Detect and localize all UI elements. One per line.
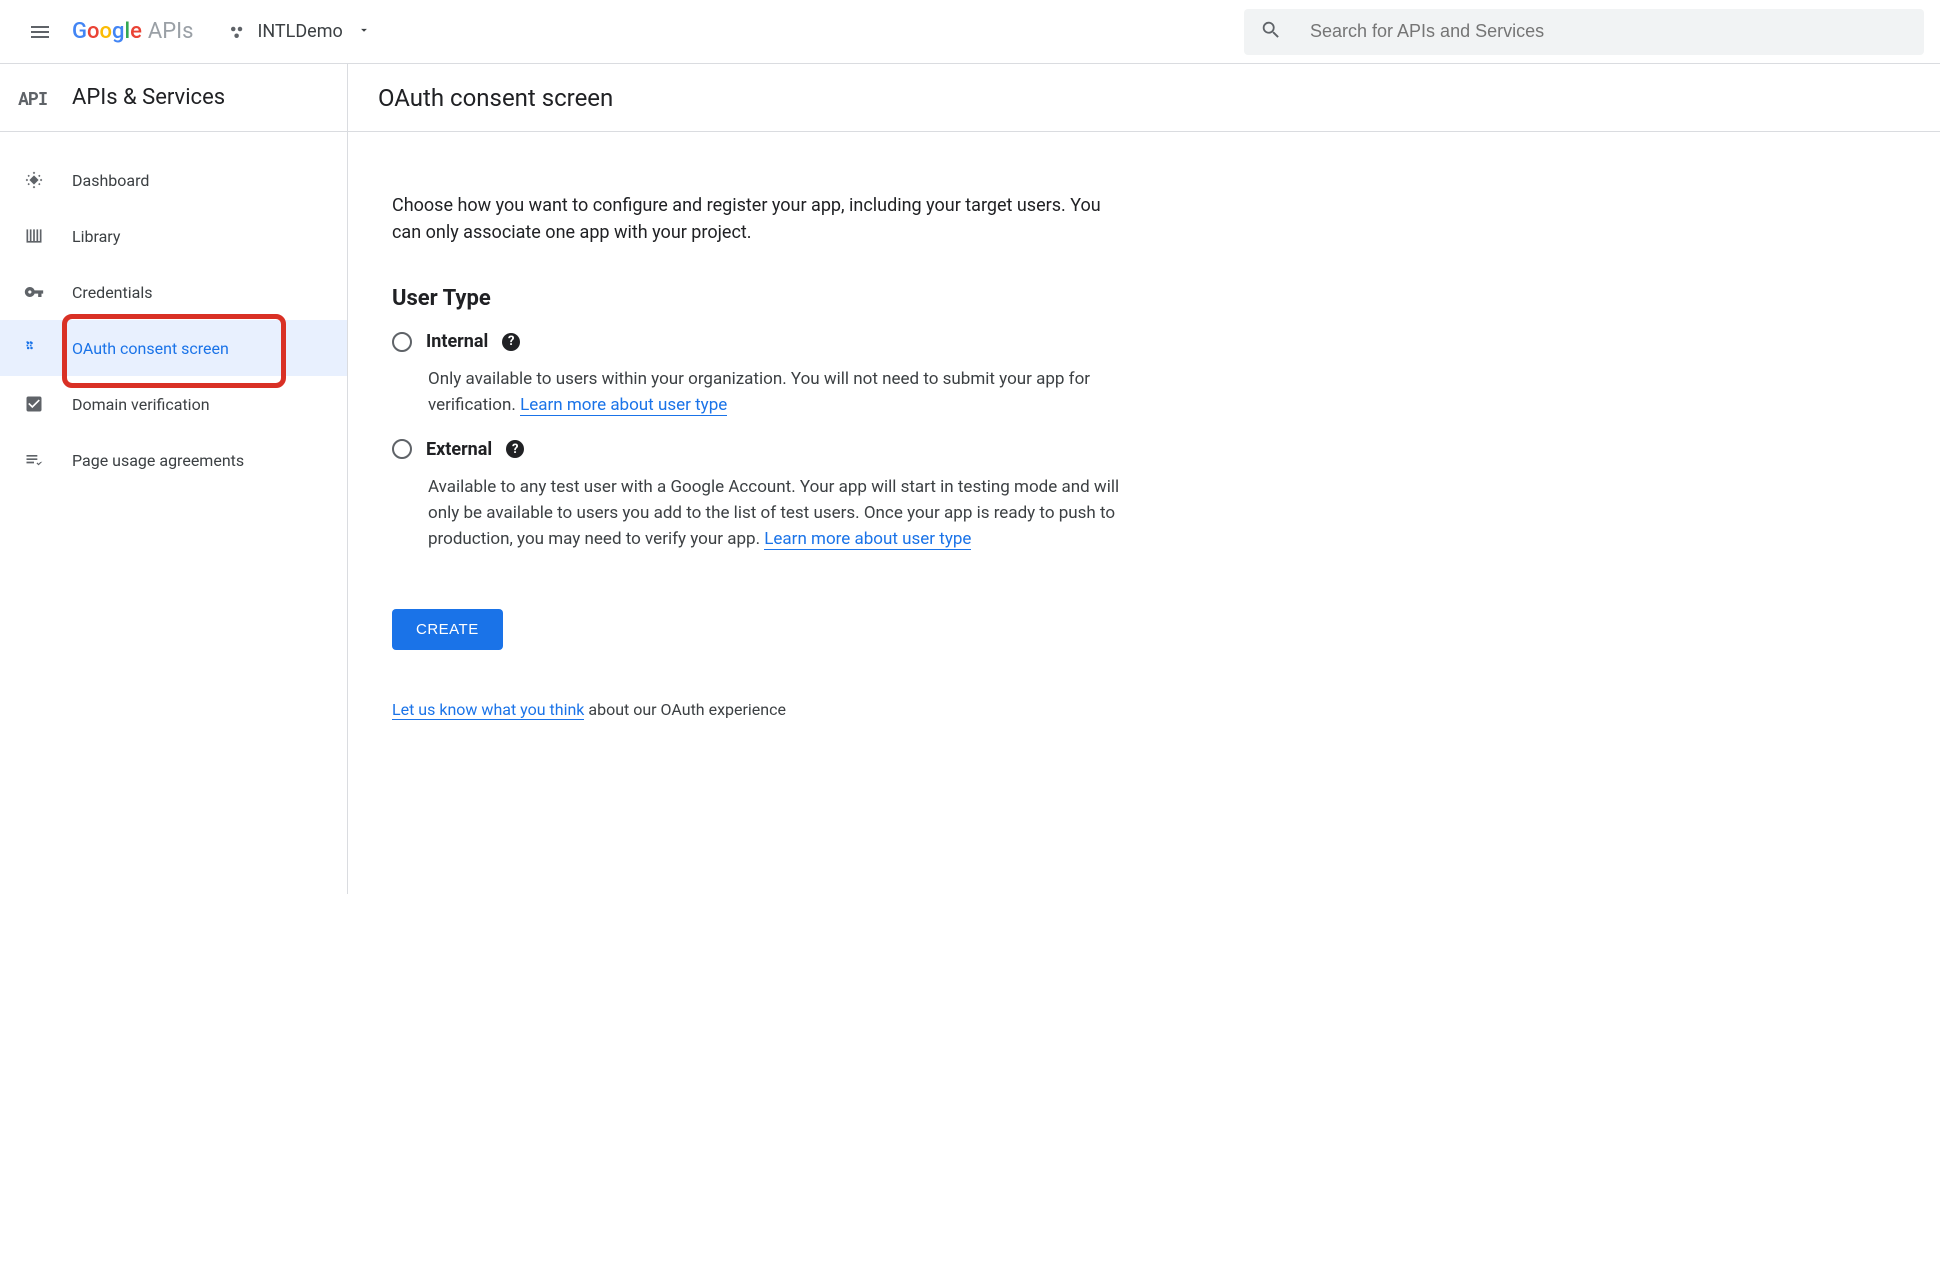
search-input[interactable]	[1310, 21, 1908, 42]
option-external: External ? Available to any test user wi…	[392, 439, 1128, 553]
radio-external[interactable]	[392, 439, 412, 459]
sidebar-item-credentials[interactable]: Credentials	[0, 264, 347, 320]
api-icon: API	[18, 86, 54, 110]
consent-icon	[22, 336, 46, 360]
sidebar-item-library[interactable]: Library	[0, 208, 347, 264]
library-icon	[22, 224, 46, 248]
check-icon	[22, 392, 46, 416]
sidebar-item-domain-verification[interactable]: Domain verification	[0, 376, 347, 432]
menu-icon[interactable]	[16, 8, 64, 56]
feedback-text: Let us know what you think about our OAu…	[392, 700, 1128, 719]
create-button[interactable]: CREATE	[392, 609, 503, 650]
sidebar-item-page-usage[interactable]: Page usage agreements	[0, 432, 347, 488]
project-selector[interactable]: INTLDemo	[217, 15, 380, 48]
sidebar-item-oauth-consent[interactable]: OAuth consent screen	[0, 320, 347, 376]
learn-more-link[interactable]: Learn more about user type	[520, 395, 727, 416]
sidebar-item-label: Page usage agreements	[72, 451, 244, 470]
logo-apis-label: APIs	[148, 19, 194, 44]
sidebar-item-label: OAuth consent screen	[72, 339, 229, 358]
chevron-down-icon	[357, 22, 371, 41]
feedback-rest: about our OAuth experience	[584, 700, 786, 719]
radio-internal[interactable]	[392, 332, 412, 352]
learn-more-link[interactable]: Learn more about user type	[764, 529, 971, 550]
sidebar-item-label: Credentials	[72, 283, 153, 302]
radio-label-internal: Internal	[426, 331, 488, 352]
search-box[interactable]	[1244, 9, 1924, 55]
internal-description: Only available to users within your orga…	[428, 366, 1128, 419]
sidebar-header: API APIs & Services	[0, 64, 347, 132]
user-type-heading: User Type	[392, 286, 1128, 311]
key-icon	[22, 280, 46, 304]
dashboard-icon	[22, 168, 46, 192]
google-apis-logo[interactable]: Google APIs	[72, 19, 193, 44]
agreements-icon	[22, 448, 46, 472]
sidebar-item-label: Dashboard	[72, 171, 149, 190]
project-name: INTLDemo	[257, 21, 342, 42]
sidebar-item-dashboard[interactable]: Dashboard	[0, 152, 347, 208]
sidebar-item-label: Library	[72, 227, 120, 246]
sidebar-title: APIs & Services	[72, 85, 225, 110]
feedback-link[interactable]: Let us know what you think	[392, 700, 584, 720]
sidebar-item-label: Domain verification	[72, 395, 210, 414]
help-icon[interactable]: ?	[502, 333, 520, 351]
search-icon	[1260, 19, 1310, 45]
project-icon	[227, 22, 247, 42]
external-description: Available to any test user with a Google…	[428, 474, 1128, 553]
help-icon[interactable]: ?	[506, 440, 524, 458]
radio-label-external: External	[426, 439, 492, 460]
page-title: OAuth consent screen	[378, 84, 613, 112]
option-internal: Internal ? Only available to users withi…	[392, 331, 1128, 419]
intro-text: Choose how you want to configure and reg…	[392, 192, 1128, 246]
